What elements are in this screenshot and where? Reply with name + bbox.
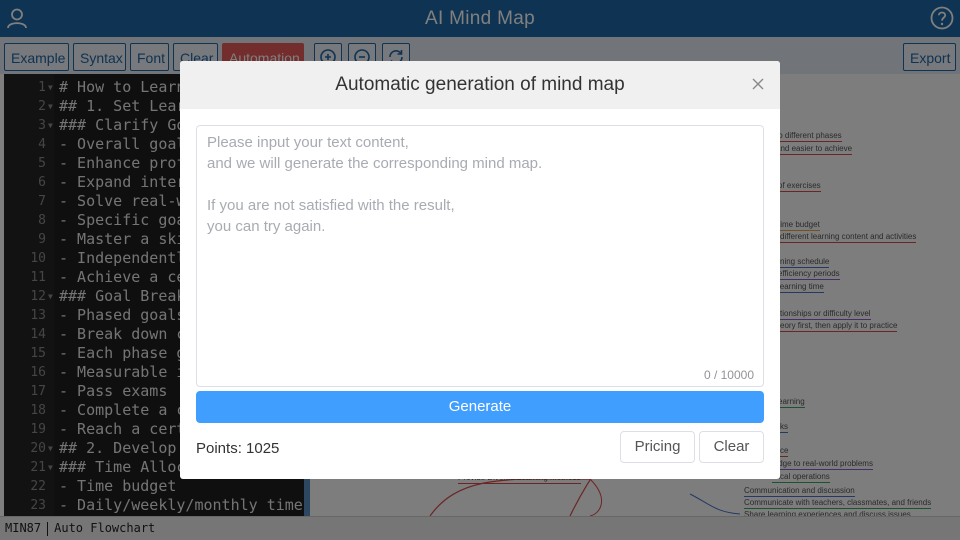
dialog-title: Automatic generation of mind map: [335, 74, 625, 95]
generate-button[interactable]: Generate: [196, 391, 764, 423]
points-balance: Points: 1025: [196, 440, 280, 457]
dialog-header: Automatic generation of mind map: [180, 61, 780, 109]
close-icon[interactable]: [751, 77, 765, 91]
auto-generate-dialog: Automatic generation of mind map Please …: [180, 61, 780, 479]
pricing-button[interactable]: Pricing: [620, 431, 695, 463]
clear-button[interactable]: Clear: [699, 431, 764, 463]
text-content-input[interactable]: Please input your text content, and we w…: [196, 125, 764, 387]
character-counter: 0 / 10000: [703, 368, 754, 382]
